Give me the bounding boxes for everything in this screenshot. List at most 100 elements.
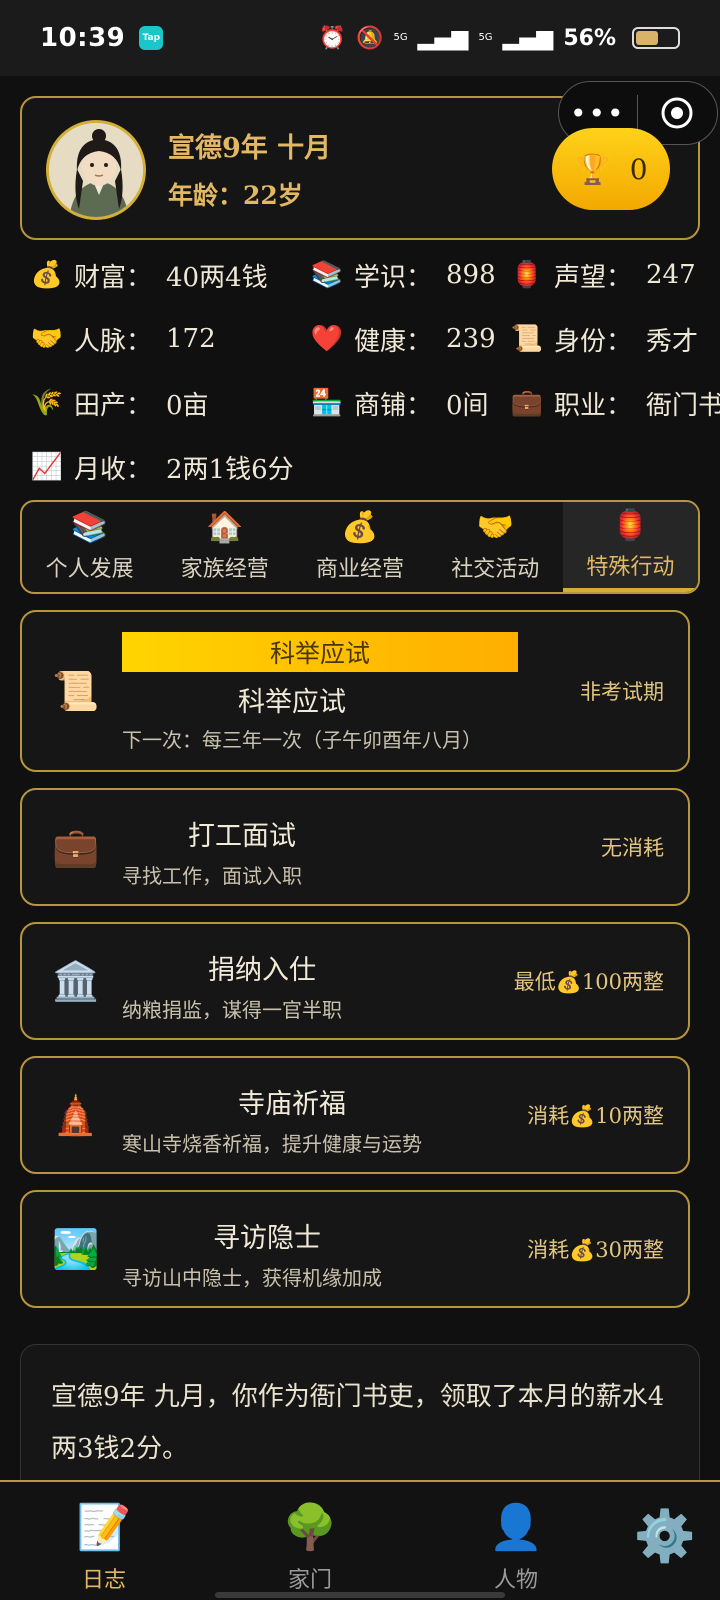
settings-button[interactable]: ⚙️ [610, 1482, 720, 1600]
person-icon: 👤 [488, 1502, 544, 1553]
profile-card: 宣德9年 十月 年龄： 22岁 ••• 🏆 0 [20, 81, 718, 240]
tab-label: 特殊行动 [586, 555, 675, 580]
books-icon: 📚 [310, 260, 344, 290]
handshake-icon: 🤝 [30, 324, 64, 354]
shop-icon: 🏪 [310, 388, 344, 418]
tab-family-management[interactable]: 🏠 家族经营 [157, 502, 292, 592]
card-cost: 最低💰100两整 [513, 970, 664, 994]
more-options-button[interactable]: ••• [559, 97, 637, 130]
temple-icon: 🛕 [52, 1092, 100, 1137]
nav-label: 家门 [287, 1568, 332, 1593]
action-card-buy-office[interactable]: 🏛️ 捐纳入仕 纳粮捐监，谋得一官半职 最低💰100两整 [20, 922, 690, 1040]
card-status: 非考试期 [580, 680, 664, 704]
status-icons: ⏰ 🔕 5G ▂▄▆ 5G ▂▄▆ 56% [319, 26, 680, 51]
achievement-button[interactable]: 🏆 0 [552, 128, 670, 210]
nav-character[interactable]: 👤 人物 [456, 1482, 576, 1600]
chart-up-icon: 📈 [30, 452, 64, 482]
stat-value: 172 [166, 324, 216, 354]
signal-icon-2: 5G [478, 32, 493, 43]
stat-value: 衙门书吏 [646, 390, 720, 421]
card-title: 捐纳入仕 [208, 955, 316, 986]
stat-value: 239 [446, 324, 496, 354]
wheat-icon: 🌾 [30, 388, 64, 418]
tab-business-management[interactable]: 💰 商业经营 [292, 502, 427, 592]
taptap-app-icon: Tap [139, 26, 164, 50]
tab-label: 社交活动 [451, 557, 540, 582]
landscape-icon: 🏞️ [52, 1226, 100, 1271]
handshake-icon: 🤝 [476, 510, 514, 545]
stat-value: 40两4钱 [166, 262, 268, 293]
stat-value: 0亩 [166, 390, 209, 421]
exam-banner: 科举应试 [122, 632, 518, 672]
stat-monthly-income: 📈 月收： 2两1钱6分 [30, 444, 294, 490]
age-value: 22岁 [243, 181, 303, 210]
card-cost: 消耗💰10两整 [527, 1104, 664, 1128]
tab-social-activities[interactable]: 🤝 社交活动 [428, 502, 563, 592]
lantern-icon: 🏮 [611, 508, 650, 543]
gear-icon: ⚙️ [633, 1507, 697, 1565]
nav-family[interactable]: 🌳 家门 [250, 1482, 370, 1600]
trophy-icon: 🏆 [574, 151, 612, 187]
record-close-icon [661, 97, 693, 129]
signal-bars-icon-1: ▂▄▆ [417, 25, 469, 51]
stat-value: 2两1钱6分 [166, 454, 294, 485]
log-entry: 宣德9年 九月，你作为衙门书吏，领取了本月的薪水4两3钱2分。 [51, 1382, 665, 1464]
status-time: 10:39 [40, 23, 126, 53]
signal-bars-icon-2: ▂▄▆ [502, 25, 554, 51]
card-title: 科举应试 [238, 687, 346, 718]
tab-label: 个人发展 [45, 557, 134, 582]
avatar[interactable] [46, 120, 146, 220]
stat-label: 人脉： [74, 326, 153, 357]
stat-occupation: 💼 职业： 衙门书吏 [510, 380, 720, 426]
house-icon: 🏠 [206, 510, 244, 545]
memo-icon: 📝 [76, 1502, 132, 1553]
action-card-temple-prayer[interactable]: 🛕 寺庙祈福 寒山寺烧香祈福，提升健康与运势 消耗💰10两整 [20, 1056, 690, 1174]
money-bag-icon: 💰 [341, 510, 379, 545]
stat-value: 898 [446, 260, 496, 290]
signal-icon-1: 5G [393, 32, 408, 43]
card-cost: 无消耗 [601, 836, 664, 860]
stat-label: 月收： [74, 454, 153, 485]
nav-label: 日志 [81, 1568, 126, 1593]
bottom-nav: 📝 日志 🌳 家门 👤 人物 ⚙️ [0, 1480, 720, 1600]
close-miniprogram-button[interactable] [638, 96, 718, 130]
stat-connections: 🤝 人脉： 172 [30, 316, 216, 362]
lantern-icon: 🏮 [510, 260, 544, 290]
briefcase-icon: 💼 [510, 388, 544, 418]
game-date: 宣德9年 十月 [168, 133, 332, 164]
stat-value: 247 [646, 260, 696, 290]
action-card-visit-hermit[interactable]: 🏞️ 寻访隐士 寻访山中隐士，获得机缘加成 消耗💰30两整 [20, 1190, 690, 1308]
action-card-job-interview[interactable]: 💼 打工面试 寻找工作，面试入职 无消耗 [20, 788, 690, 906]
card-subtitle: 下一次：每三年一次（子午卯酉年八月） [122, 728, 482, 752]
tab-personal-development[interactable]: 📚 个人发展 [22, 502, 157, 592]
stats-panel: 💰 财富： 40两4钱 📚 学识： 898 🏮 声望： 247 🤝 人脉： 17… [30, 252, 720, 500]
avatar-portrait-icon [49, 123, 143, 217]
action-category-tabs: 📚 个人发展 🏠 家族经营 💰 商业经营 🤝 社交活动 🏮 特殊行动 [20, 500, 700, 594]
status-bar: 10:39 Tap ⏰ 🔕 5G ▂▄▆ 5G ▂▄▆ 56% [0, 0, 720, 76]
tree-icon: 🌳 [282, 1502, 338, 1553]
stat-farmland: 🌾 田产： 0亩 [30, 380, 209, 426]
stat-label: 职业： [554, 390, 633, 421]
heart-icon: ❤️ [310, 324, 344, 354]
stat-label: 声望： [554, 262, 633, 293]
card-subtitle: 寻找工作，面试入职 [122, 864, 302, 888]
stat-shops: 🏪 商铺： 0间 [310, 380, 489, 426]
tab-label: 商业经营 [316, 557, 405, 582]
card-subtitle: 寒山寺烧香祈福，提升健康与运势 [122, 1132, 422, 1156]
money-bag-icon: 💰 [30, 260, 64, 290]
stat-value: 秀才 [646, 326, 699, 357]
tab-special-actions[interactable]: 🏮 特殊行动 [562, 502, 698, 592]
action-card-imperial-exam[interactable]: 📜 科举应试 科举应试 下一次：每三年一次（子午卯酉年八月） 非考试期 [20, 610, 690, 772]
home-indicator [215, 1592, 505, 1598]
stat-label: 身份： [554, 326, 633, 357]
nav-label: 人物 [493, 1568, 538, 1593]
card-title: 打工面试 [188, 821, 296, 852]
nav-journal[interactable]: 📝 日志 [44, 1482, 164, 1600]
stat-health: ❤️ 健康： 239 [310, 316, 496, 362]
card-cost: 消耗💰30两整 [527, 1238, 664, 1262]
stat-value: 0间 [446, 390, 489, 421]
trophy-count: 0 [629, 152, 648, 186]
stat-reputation: 🏮 声望： 247 [510, 252, 696, 298]
stat-wealth: 💰 财富： 40两4钱 [30, 252, 268, 298]
mute-icon: 🔕 [356, 25, 384, 51]
